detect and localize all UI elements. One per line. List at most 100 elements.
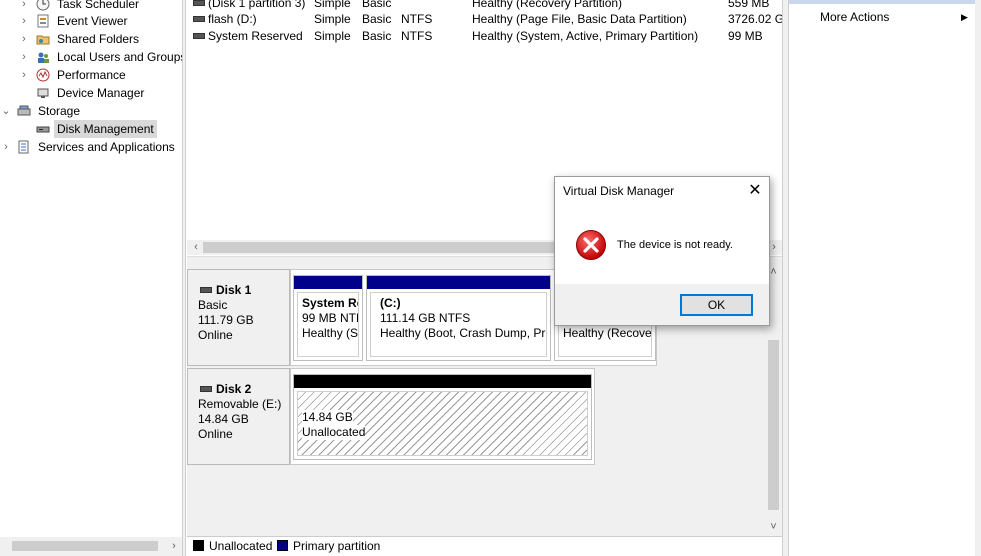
scroll-down-icon[interactable]: ˅	[765, 519, 782, 535]
scroll-left-icon[interactable]	[0, 537, 12, 556]
volume-filesystem: NTFS	[401, 12, 433, 26]
tree-item-performance[interactable]: › Performance	[0, 66, 182, 84]
tree-horizontal-scrollbar[interactable]: ›	[0, 537, 182, 556]
actions-scroll-track	[975, 0, 981, 556]
disk-size: 14.84 GB	[198, 412, 249, 426]
chevron-right-icon[interactable]: ›	[19, 66, 29, 84]
volume-icon	[193, 16, 205, 22]
disk-kind: Basic	[198, 298, 228, 312]
volume-status: Healthy (System, Active, Primary Partiti…	[472, 29, 699, 43]
services-icon	[18, 140, 29, 154]
actions-splitter[interactable]	[782, 0, 789, 556]
chevron-right-icon[interactable]: ›	[19, 12, 29, 30]
tree-item-disk-management[interactable]: Disk Management	[0, 120, 182, 138]
volume-name: System Reserved	[208, 29, 303, 43]
dialog-message: The device is not ready.	[617, 239, 733, 251]
volume-layout: Simple	[314, 12, 351, 26]
tree-item-storage[interactable]: ⌄ Storage	[0, 102, 182, 120]
disk-2-partitions: 14.84 GB Unallocated	[290, 368, 595, 465]
partition-info: 14.84 GB Unallocated	[297, 391, 588, 456]
disk-2-label[interactable]: Disk 2 Removable (E:) 14.84 GB Online	[187, 368, 290, 465]
volume-layout: Simple	[314, 29, 351, 43]
scrollbar-thumb[interactable]	[768, 340, 779, 510]
partition-status: Unallocated	[302, 425, 366, 440]
volume-row[interactable]: System Reserved Simple Basic NTFS Health…	[187, 28, 782, 45]
primary-partition-swatch	[277, 540, 288, 551]
chevron-down-icon[interactable]: ⌄	[1, 102, 11, 120]
partition-bar	[294, 375, 591, 388]
console-tree: › Task Scheduler › Event Viewer › Shared…	[0, 0, 186, 556]
submenu-arrow-icon: ▶	[961, 12, 968, 22]
partition-size: 111.14 GB NTFS	[380, 311, 471, 325]
partition-system-reserved[interactable]: System Re 99 MB NTF Healthy (Sy	[293, 275, 363, 361]
legend-unallocated: Unallocated	[209, 539, 273, 553]
scroll-left-icon[interactable]: ‹	[189, 240, 203, 255]
ok-button[interactable]: OK	[680, 294, 753, 316]
tree-item-label: Local Users and Groups	[57, 50, 187, 64]
legend: Unallocated Primary partition	[187, 536, 782, 556]
tree-item-event-viewer[interactable]: › Event Viewer	[0, 12, 182, 30]
volume-status: Healthy (Page File, Basic Data Partition…	[472, 12, 687, 26]
disk-state: Online	[198, 328, 233, 342]
storage-icon	[17, 105, 31, 116]
close-icon[interactable]: ✕	[743, 179, 767, 203]
device-manager-icon	[37, 88, 49, 98]
pane-splitter[interactable]	[182, 0, 186, 556]
disk-management-icon	[36, 126, 50, 133]
actions-pane: More Actions ▶	[789, 0, 981, 556]
partition-status: Healthy (Boot, Crash Dump, Prir	[380, 326, 547, 340]
disk-kind: Removable (E:)	[198, 397, 282, 411]
volume-name: flash (D:)	[208, 12, 257, 26]
partition-info: System Re 99 MB NTF Healthy (Sy	[297, 292, 359, 357]
more-actions-item[interactable]: More Actions ▶	[789, 8, 975, 26]
disk-name: Disk 2	[216, 382, 252, 396]
volume-filesystem: NTFS	[401, 29, 433, 43]
tree-item-label: Disk Management	[54, 120, 157, 138]
partition-size: 14.84 GB	[302, 410, 353, 425]
disk-icon	[200, 386, 212, 392]
partition-status: Healthy (Sy	[302, 326, 359, 340]
tree-item-label: Device Manager	[57, 86, 145, 100]
dialog-title: Virtual Disk Manager	[563, 184, 675, 198]
volume-icon	[193, 33, 205, 39]
partition-info: (C:) 111.14 GB NTFS Healthy (Boot, Crash…	[370, 292, 547, 357]
partition-size: 99 MB NTF	[302, 311, 359, 325]
performance-icon	[36, 68, 50, 82]
legend-primary-partition: Primary partition	[293, 539, 381, 553]
partition-bar	[367, 276, 550, 289]
partition-unallocated[interactable]: 14.84 GB Unallocated	[293, 374, 592, 460]
tree-item-label: Storage	[38, 104, 81, 118]
tree-item-label: Performance	[57, 68, 126, 82]
scroll-right-icon[interactable]: ›	[168, 537, 180, 556]
tree-item-device-manager[interactable]: Device Manager	[0, 84, 182, 102]
disk-state: Online	[198, 427, 233, 441]
error-icon	[576, 230, 606, 260]
partition-bar	[294, 276, 362, 289]
partition-status: Healthy (Recove	[563, 326, 652, 340]
disk-size: 111.79 GB	[198, 313, 254, 327]
more-actions-label: More Actions	[820, 10, 890, 24]
chevron-right-icon[interactable]: ›	[1, 138, 11, 156]
tree-item-local-users-and-groups[interactable]: › Local Users and Groups	[0, 48, 186, 66]
chevron-right-icon[interactable]: ›	[19, 30, 29, 48]
actions-header-bar	[789, 0, 975, 4]
scrollbar-thumb[interactable]	[12, 541, 158, 551]
tree-item-label: Services and Applications	[38, 140, 175, 154]
disk-icon	[200, 287, 212, 293]
event-viewer-icon	[37, 14, 49, 28]
volume-type: Basic	[362, 12, 392, 26]
tree-item-services-and-applications[interactable]: › Services and Applications	[0, 138, 182, 156]
tree-item-label: Shared Folders	[57, 32, 140, 46]
error-dialog: Virtual Disk Manager ✕ The device is not…	[554, 176, 770, 326]
volume-capacity: 3726.02 GB	[728, 12, 782, 26]
volume-icon	[193, 0, 205, 6]
volume-row[interactable]: flash (D:) Simple Basic NTFS Healthy (Pa…	[187, 11, 782, 28]
partition-c[interactable]: (C:) 111.14 GB NTFS Healthy (Boot, Crash…	[366, 275, 551, 361]
disk-1-label[interactable]: Disk 1 Basic 111.79 GB Online	[187, 269, 290, 366]
tree-item-label: Event Viewer	[57, 14, 128, 28]
volume-capacity: 99 MB	[728, 29, 763, 43]
partition-title: System Re	[302, 296, 359, 310]
tree-item-shared-folders[interactable]: › Shared Folders	[0, 30, 182, 48]
volume-type: Basic	[362, 29, 392, 43]
chevron-right-icon[interactable]: ›	[19, 48, 29, 66]
